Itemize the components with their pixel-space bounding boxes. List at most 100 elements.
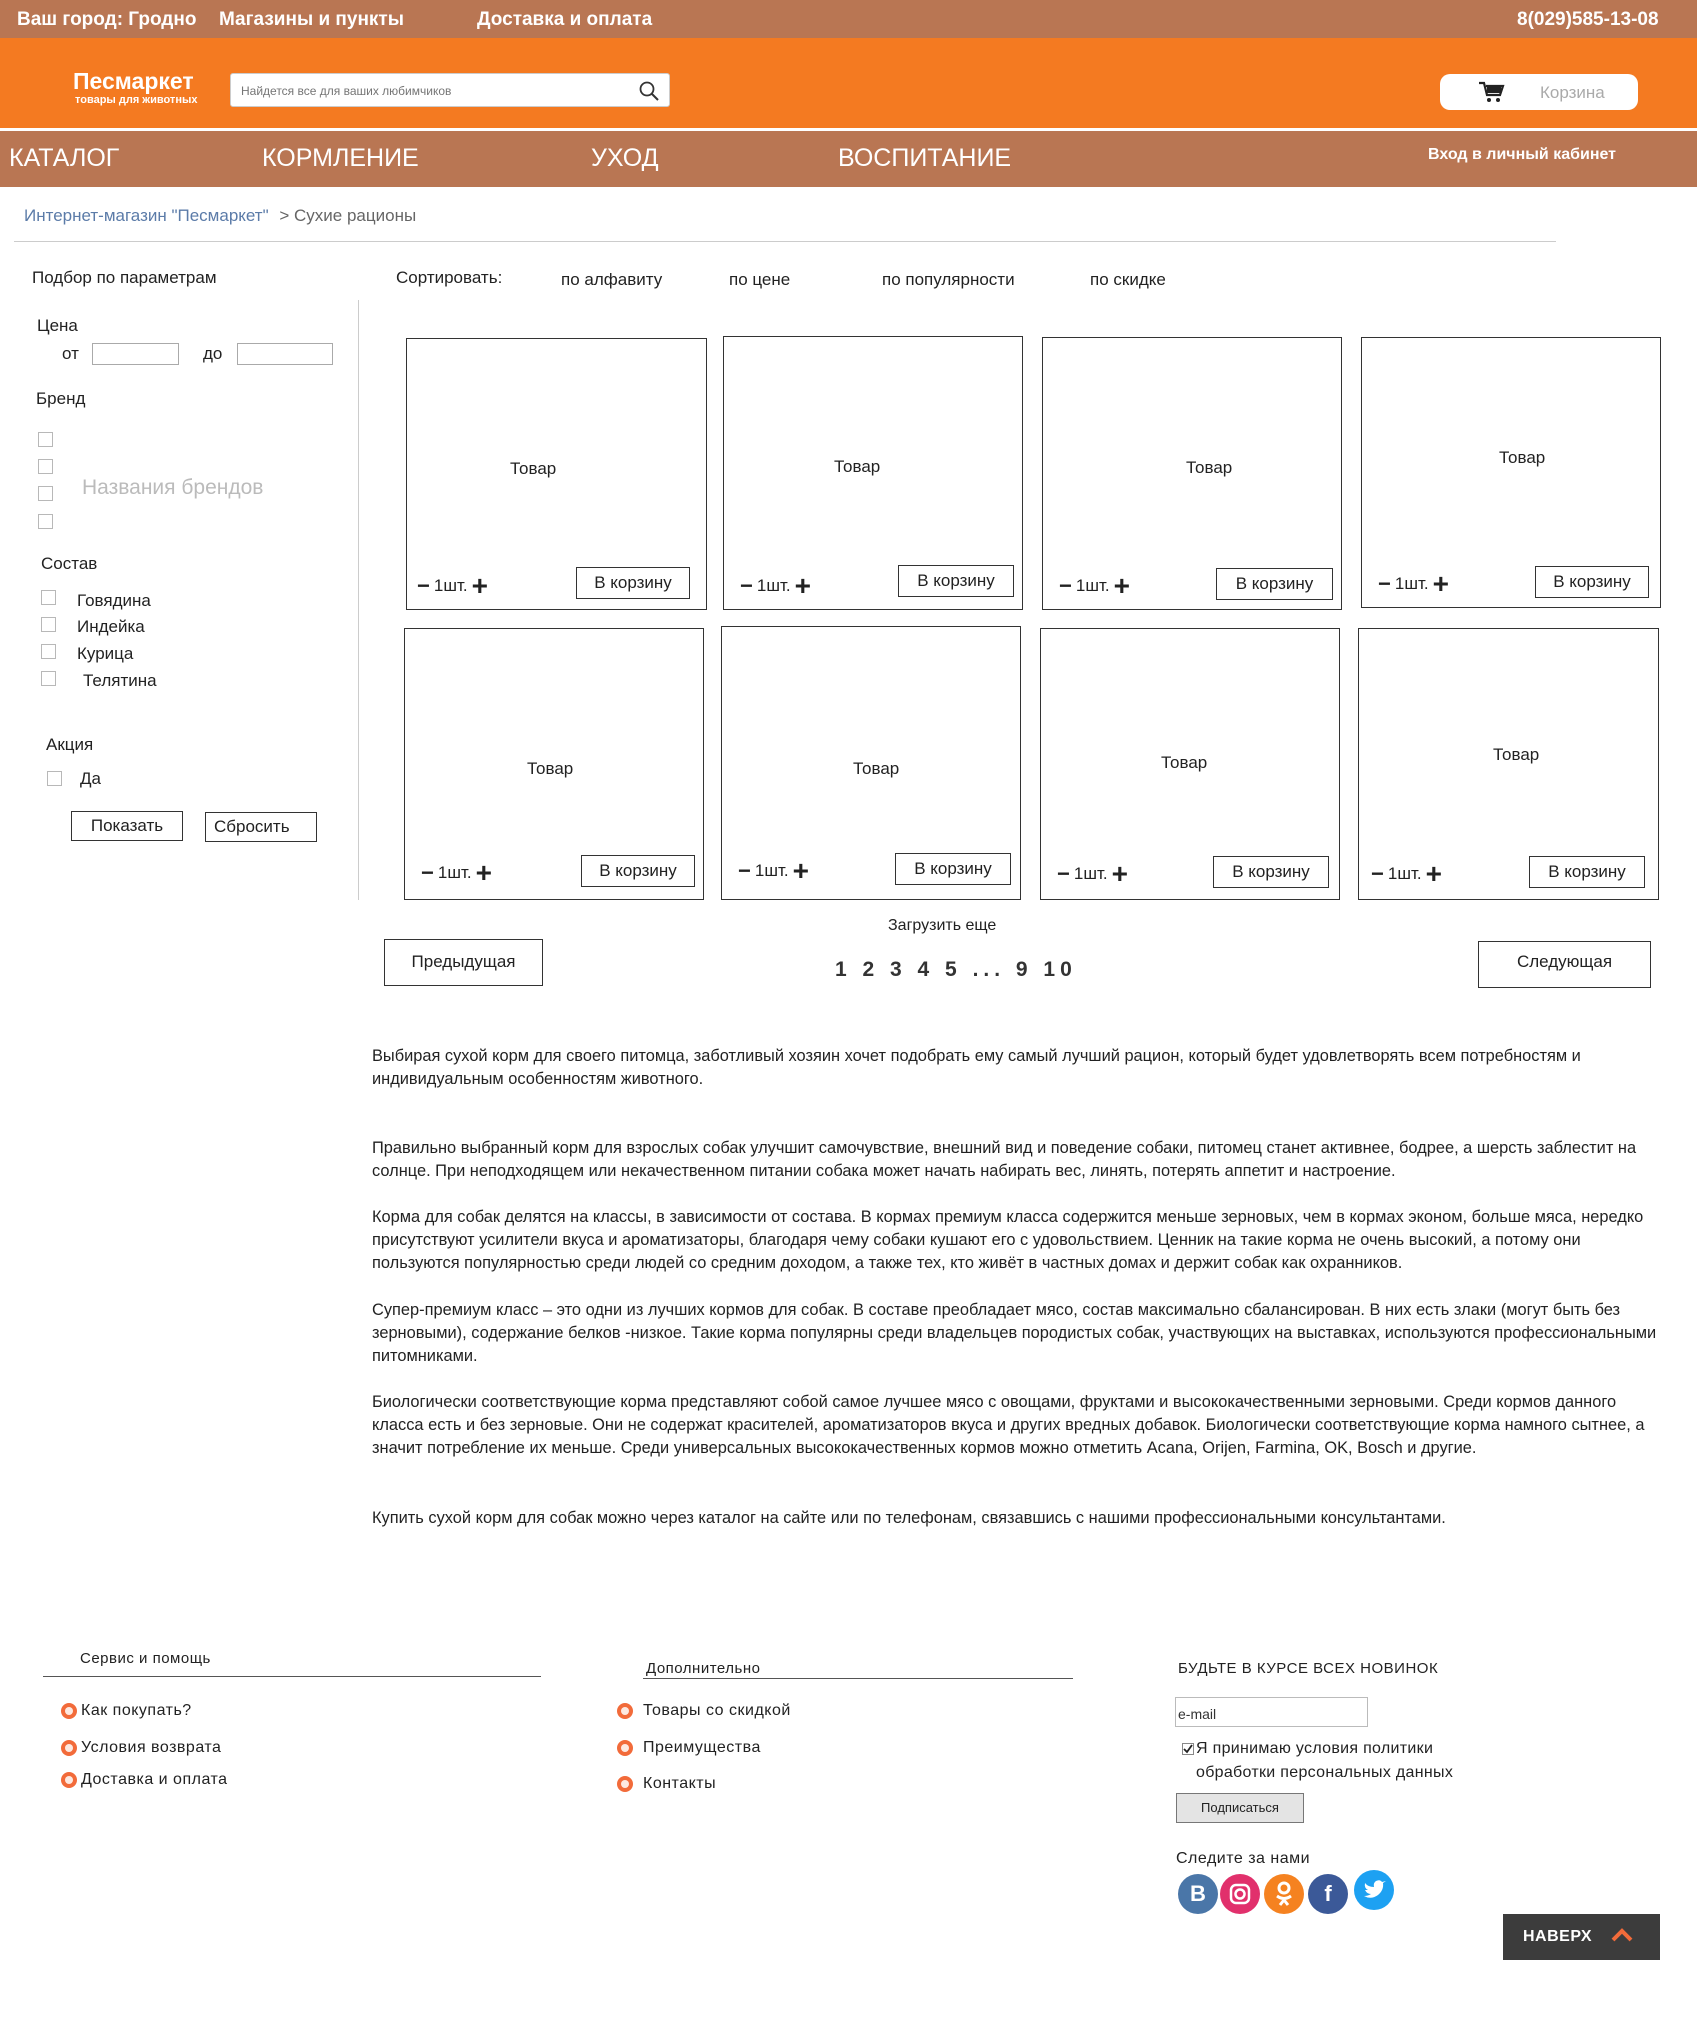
add-to-cart-button[interactable]: В корзину — [1529, 856, 1645, 888]
footer-link-advantages[interactable]: Преимущества — [617, 1739, 761, 1757]
product-name[interactable]: Товар — [834, 457, 880, 477]
product-card[interactable]: Товар − 1шт. + В корзину — [1040, 628, 1340, 900]
next-button[interactable]: Следующая — [1478, 941, 1651, 988]
search-input[interactable] — [241, 80, 621, 102]
composition-checkbox-beef[interactable] — [41, 590, 56, 605]
brand-checkbox-4[interactable] — [38, 514, 53, 529]
plus-icon[interactable]: + — [1112, 860, 1128, 888]
add-to-cart-button[interactable]: В корзину — [898, 565, 1014, 597]
product-card[interactable]: Товар − 1шт. + В корзину — [404, 628, 704, 900]
product-name[interactable]: Товар — [510, 459, 556, 479]
product-card[interactable]: Товар − 1шт. + В корзину — [1358, 628, 1659, 900]
product-card[interactable]: Товар − 1шт. + В корзину — [406, 338, 707, 610]
nav-training[interactable]: ВОСПИТАНИЕ — [838, 144, 1011, 173]
product-card[interactable]: Товар − 1шт. + В корзину — [723, 336, 1023, 610]
promo-checkbox[interactable] — [47, 771, 62, 786]
minus-icon[interactable]: − — [740, 575, 753, 597]
search-icon[interactable] — [637, 79, 661, 103]
sort-alphabet[interactable]: по алфавиту — [561, 270, 662, 290]
quantity-stepper: − 1шт. + — [1371, 860, 1442, 888]
footer-link-label: Контакты — [643, 1775, 717, 1792]
footer-link-returns[interactable]: Условия возврата — [61, 1739, 221, 1757]
subscribe-button[interactable]: Подписаться — [1176, 1793, 1304, 1823]
add-to-cart-button[interactable]: В корзину — [895, 853, 1011, 885]
plus-icon[interactable]: + — [793, 857, 809, 885]
nav-catalog[interactable]: КАТАЛОГ — [9, 144, 119, 173]
add-to-cart-button[interactable]: В корзину — [581, 855, 695, 887]
phone-number[interactable]: 8(029)585-13-08 — [1517, 9, 1659, 31]
product-card[interactable]: Товар − 1шт. + В корзину — [721, 626, 1021, 900]
logo-title[interactable]: Песмаркет — [73, 68, 194, 95]
plus-icon[interactable]: + — [795, 572, 811, 600]
composition-checkbox-veal[interactable] — [41, 671, 56, 686]
composition-turkey: Индейка — [77, 617, 145, 636]
price-from-input[interactable] — [92, 343, 179, 365]
page-numbers[interactable]: 1 2 3 4 5 ... 9 10 — [835, 958, 1077, 982]
sort-discount[interactable]: по скидке — [1090, 270, 1166, 290]
product-name[interactable]: Товар — [853, 759, 899, 779]
brand-checkbox-2[interactable] — [38, 459, 53, 474]
footer-link-label: Товары со скидкой — [643, 1702, 791, 1719]
product-name[interactable]: Товар — [1186, 458, 1232, 478]
plus-icon[interactable]: + — [1433, 570, 1449, 598]
paw-icon — [61, 1772, 77, 1788]
email-field[interactable]: e-mail — [1175, 1697, 1368, 1727]
product-name[interactable]: Товар — [1493, 745, 1539, 765]
checkbox-checked-icon[interactable] — [1182, 1743, 1194, 1755]
load-more-link[interactable]: Загрузить еще — [888, 917, 996, 935]
facebook-icon[interactable]: f — [1308, 1874, 1348, 1914]
breadcrumb-home[interactable]: Интернет-магазин "Песмаркет" — [24, 206, 269, 225]
product-name[interactable]: Товар — [1161, 753, 1207, 773]
minus-icon[interactable]: − — [738, 860, 751, 882]
back-to-top-button[interactable]: НАВЕРХ — [1503, 1914, 1660, 1960]
footer-link-how-to-buy[interactable]: Как покупать? — [61, 1702, 192, 1720]
show-button[interactable]: Показать — [71, 811, 183, 841]
add-to-cart-button[interactable]: В корзину — [1213, 856, 1329, 888]
footer-link-contacts[interactable]: Контакты — [617, 1775, 716, 1793]
login-link[interactable]: Вход в личный кабинет — [1428, 146, 1616, 164]
odnoklassniki-icon[interactable] — [1264, 1874, 1304, 1914]
footer-link-discounts[interactable]: Товары со скидкой — [617, 1702, 791, 1720]
sort-popularity[interactable]: по популярности — [882, 270, 1015, 290]
twitter-icon[interactable] — [1354, 1870, 1394, 1910]
cart-icon — [1479, 81, 1505, 102]
add-to-cart-button[interactable]: В корзину — [576, 567, 690, 599]
cart-button[interactable]: Корзина — [1440, 74, 1638, 110]
minus-icon[interactable]: − — [417, 575, 430, 597]
price-to-input[interactable] — [237, 343, 333, 365]
minus-icon[interactable]: − — [1057, 863, 1070, 885]
quantity-value: 1шт. — [433, 576, 468, 595]
minus-icon[interactable]: − — [1059, 575, 1072, 597]
instagram-icon[interactable] — [1220, 1874, 1260, 1914]
footer-link-delivery[interactable]: Доставка и оплата — [61, 1771, 228, 1789]
plus-icon[interactable]: + — [1426, 860, 1442, 888]
reset-button[interactable]: Сбросить — [205, 812, 317, 842]
plus-icon[interactable]: + — [1114, 572, 1130, 600]
prev-button[interactable]: Предыдущая — [384, 939, 543, 986]
odnoklassniki-glyph — [1276, 1881, 1292, 1906]
brand-checkbox-1[interactable] — [38, 432, 53, 447]
minus-icon[interactable]: − — [1378, 573, 1391, 595]
brand-checkbox-3[interactable] — [38, 486, 53, 501]
stores-link[interactable]: Магазины и пункты — [219, 9, 404, 31]
add-to-cart-button[interactable]: В корзину — [1535, 566, 1649, 598]
plus-icon[interactable]: + — [472, 572, 488, 600]
composition-checkbox-chicken[interactable] — [41, 644, 56, 659]
add-to-cart-button[interactable]: В корзину — [1216, 568, 1333, 600]
promo-label: Акция — [46, 735, 94, 754]
nav-care[interactable]: УХОД — [591, 144, 659, 173]
sort-price[interactable]: по цене — [729, 270, 790, 290]
minus-icon[interactable]: − — [421, 862, 434, 884]
product-name[interactable]: Товар — [527, 759, 573, 779]
plus-icon[interactable]: + — [476, 859, 492, 887]
product-card[interactable]: Товар − 1шт. + В корзину — [1042, 337, 1342, 610]
product-name[interactable]: Товар — [1499, 448, 1545, 468]
delivery-link[interactable]: Доставка и оплата — [477, 9, 652, 31]
main-nav: КАТАЛОГ КОРМЛЕНИЕ УХОД ВОСПИТАНИЕ Вход в… — [0, 131, 1697, 187]
vk-icon[interactable]: B — [1178, 1874, 1218, 1914]
city-selector[interactable]: Ваш город: Гродно — [17, 9, 196, 31]
minus-icon[interactable]: − — [1371, 863, 1384, 885]
nav-feeding[interactable]: КОРМЛЕНИЕ — [262, 144, 419, 173]
product-card[interactable]: Товар − 1шт. + В корзину — [1361, 337, 1661, 608]
composition-checkbox-turkey[interactable] — [41, 617, 56, 632]
